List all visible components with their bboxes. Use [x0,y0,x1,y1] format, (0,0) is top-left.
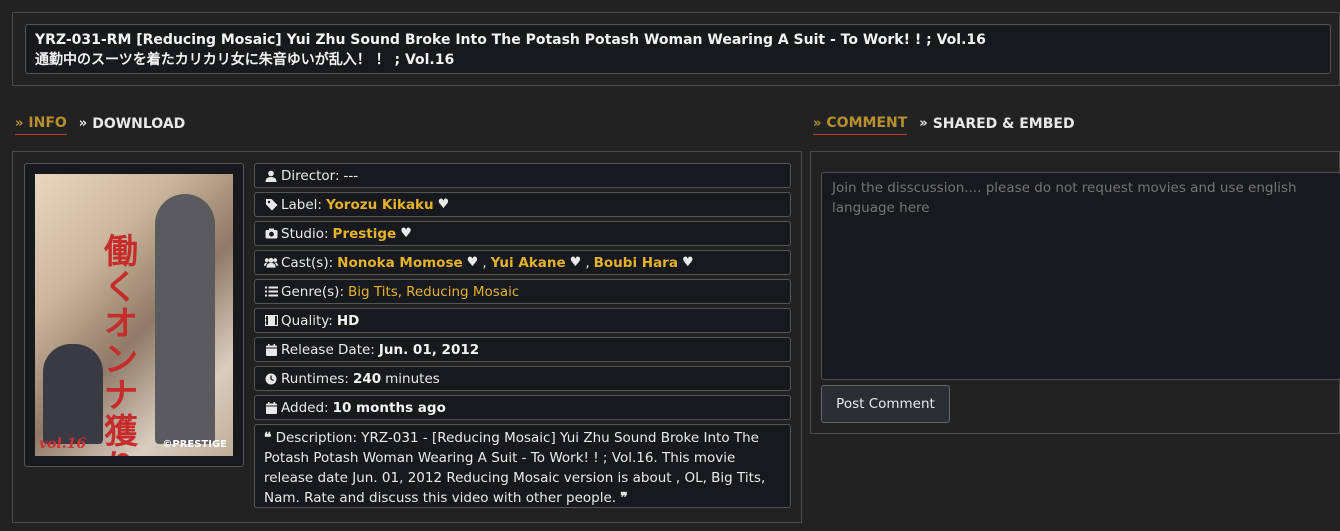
quote-right-icon: ❞ [620,490,628,506]
chevron-double-right-icon: » [78,116,88,131]
title-box: YRZ-031-RM [Reducing Mosaic] Yui Zhu Sou… [25,24,1331,74]
film-icon [264,315,278,326]
director-row: Director: --- [254,163,791,188]
tag-icon [264,198,278,211]
quality-value: HD [336,312,360,329]
comment-textarea[interactable] [821,172,1340,380]
description-label: Description: [275,430,357,446]
heart-icon[interactable]: ♥ [467,255,479,270]
tab-shared-embed[interactable]: » SHARED & EMBED [919,115,1074,135]
studio-row: Studio: Prestige ♥ [254,221,791,246]
title-panel: YRZ-031-RM [Reducing Mosaic] Yui Zhu Sou… [12,12,1340,86]
poster-frame: 働くオンナ獲り vol.16 ©PRESTIGE [24,163,244,467]
poster-brand-text: ©PRESTIGE [162,439,227,450]
quality-row: Quality: HD [254,308,791,333]
clock-icon [264,373,278,385]
tab-comment-label: COMMENT [826,115,908,131]
tab-download-label: DOWNLOAD [92,115,186,132]
quality-label: Quality: [281,312,333,329]
info-panel: 働くオンナ獲り vol.16 ©PRESTIGE Director: --- L… [12,151,802,523]
calendar-icon [264,343,278,356]
quote-left-icon: ❝ [264,430,272,446]
heart-icon[interactable]: ♥ [438,197,450,212]
genre-link[interactable]: Big Tits [348,284,398,300]
heart-icon[interactable]: ♥ [682,255,694,270]
director-label: Director: [281,167,340,184]
added-label: Added: [281,399,329,416]
list-icon [264,286,278,297]
heart-icon[interactable]: ♥ [570,255,582,270]
label-value-link[interactable]: Yorozu Kikaku [326,197,434,213]
cast-link[interactable]: Yui Akane [491,255,566,271]
studio-label: Studio: [281,225,329,242]
genre-link[interactable]: Reducing Mosaic [406,284,519,300]
description-box: ❝ Description: YRZ-031 - [Reducing Mosai… [254,424,791,508]
release-date-row: Release Date: Jun. 01, 2012 [254,337,791,362]
added-value: 10 months ago [332,399,446,416]
cast-separator: , [482,254,487,271]
cast-row: Cast(s): Nonoka Momose ♥ , Yui Akane ♥ ,… [254,250,791,275]
calendar-icon [264,401,278,414]
poster-vol-text: vol.16 [39,436,87,452]
chevron-double-right-icon: » [813,115,822,131]
label-row: Label: Yorozu Kikaku ♥ [254,192,791,217]
tab-info[interactable]: » INFO [15,115,67,135]
post-comment-button[interactable]: Post Comment [821,385,950,423]
runtime-value: 240 [352,370,382,387]
info-tabs: » INFO » DOWNLOAD [15,115,185,135]
release-date-value: Jun. 01, 2012 [378,341,480,358]
genre-label: Genre(s): [281,283,344,300]
camera-icon [264,228,278,239]
cast-link[interactable]: Nonoka Momose [337,255,463,271]
poster-title-text: 働くオンナ獲り [104,232,138,456]
heart-icon[interactable]: ♥ [400,226,412,241]
added-row: Added: 10 months ago [254,395,791,420]
chevron-double-right-icon: » [15,115,24,131]
users-icon [264,257,278,268]
runtime-row: Runtimes: 240 minutes [254,366,791,391]
chevron-double-right-icon: » [919,116,928,131]
genre-row: Genre(s): Big Tits , Reducing Mosaic [254,279,791,304]
label-label: Label: [281,196,322,213]
poster-figure [155,194,215,444]
cast-label: Cast(s): [281,254,334,271]
tab-info-label: INFO [28,115,67,131]
release-date-label: Release Date: [281,341,375,358]
poster-figure [43,344,103,444]
comment-tabs: » COMMENT » SHARED & EMBED [813,115,1075,135]
cast-separator: , [585,254,590,271]
cast-link[interactable]: Boubi Hara [594,255,678,271]
comment-panel: Post Comment [810,151,1340,434]
tab-download[interactable]: » DOWNLOAD [79,115,186,135]
director-value: --- [343,167,359,184]
title-english: YRZ-031-RM [Reducing Mosaic] Yui Zhu Sou… [35,32,986,48]
tab-comment[interactable]: » COMMENT [813,115,908,135]
poster-image[interactable]: 働くオンナ獲り vol.16 ©PRESTIGE [35,174,233,456]
runtime-unit: minutes [385,370,440,387]
user-icon [264,170,278,182]
runtime-label: Runtimes: [281,370,349,387]
title-japanese: 通勤中のスーツを着たカリカリ女に朱音ゆいが乱入！ ！ ; Vol.16 [35,52,455,68]
genre-separator: , [397,283,403,300]
tab-shared-embed-label: SHARED & EMBED [932,115,1075,132]
studio-value-link[interactable]: Prestige [333,226,397,242]
